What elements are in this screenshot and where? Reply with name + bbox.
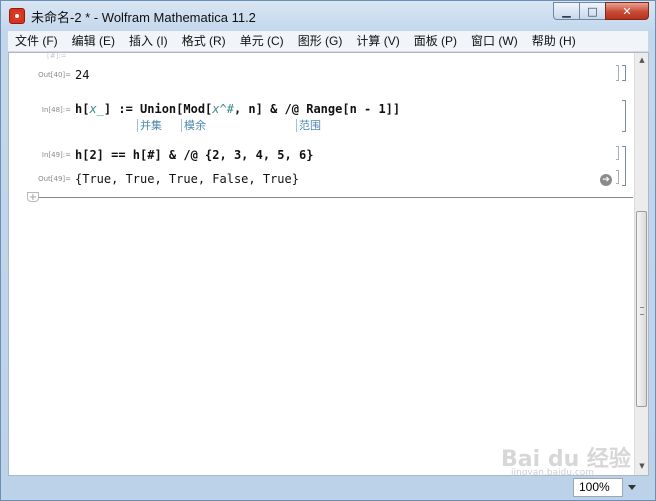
cell-bracket-in48[interactable] [622, 100, 626, 132]
in48-code[interactable]: h[x_] := Union[Mod[x^#, n] & /@ Range[n … [75, 102, 400, 116]
out49-label: Out[49]= [38, 175, 71, 183]
scroll-thumb[interactable] [636, 211, 647, 407]
status-bar: 100% [1, 476, 655, 500]
maximize-button[interactable]: □ [579, 2, 606, 20]
minimize-button[interactable]: ▁ [553, 2, 580, 20]
hint-range: 范围 [296, 119, 321, 132]
cell-bracket-in49[interactable] [616, 146, 619, 160]
menu-window[interactable]: 窗口 (W) [464, 31, 525, 51]
maximize-icon: □ [587, 4, 598, 18]
in49-code[interactable]: h[2] == h[#] & /@ {2, 3, 4, 5, 6} [75, 148, 313, 162]
zoom-selector[interactable]: 100% [573, 478, 636, 497]
watermark-url: jingyan.baidu.com [511, 468, 595, 478]
menu-format[interactable]: 格式 (R) [175, 31, 233, 51]
cell-insertion-line[interactable] [27, 197, 633, 198]
cell-bracket-out49[interactable] [616, 170, 619, 184]
notebook-area[interactable]: [#]:= Out[40]= 24 In[48]:= h[x_] := Unio… [8, 52, 649, 476]
scroll-down-arrow-icon[interactable]: ▼ [635, 459, 648, 473]
in48-code-a: h[ [75, 102, 90, 116]
menu-help[interactable]: 帮助 (H) [525, 31, 583, 51]
menu-edit[interactable]: 编辑 (E) [65, 31, 122, 51]
mathematica-icon[interactable] [9, 8, 25, 24]
plus-icon[interactable]: + [27, 192, 39, 203]
menu-file[interactable]: 文件 (F) [8, 31, 65, 51]
clipped-cell-label: [#]:= [47, 52, 67, 60]
in48-code-var2: x^# [212, 102, 234, 116]
hint-union: 并集 [137, 119, 162, 132]
in48-code-c: , n] & /@ Range[n - 1]] [233, 102, 401, 116]
out40-label: Out[40]= [38, 71, 71, 79]
menu-bar: 文件 (F) 编辑 (E) 插入 (I) 格式 (R) 单元 (C) 图形 (G… [8, 31, 648, 52]
grip-icon [640, 307, 644, 315]
scroll-up-arrow-icon[interactable]: ▲ [635, 53, 648, 67]
menu-palettes[interactable]: 面板 (P) [407, 31, 464, 51]
in48-code-var1: x_ [89, 102, 104, 116]
out49-value[interactable]: {True, True, True, False, True} [75, 172, 299, 186]
close-icon: ✕ [622, 4, 632, 18]
in48-label: In[48]:= [41, 106, 71, 114]
group-bracket-out40[interactable] [622, 65, 626, 81]
menu-cell[interactable]: 单元 (C) [233, 31, 291, 51]
in48-code-b: ] := Union[Mod[ [103, 102, 213, 116]
out40-value[interactable]: 24 [75, 68, 89, 82]
cell-bracket-out40[interactable] [616, 65, 619, 81]
menu-evaluation[interactable]: 计算 (V) [349, 31, 406, 51]
hint-mod: 模余 [181, 119, 206, 132]
application-window: 未命名-2 * - Wolfram Mathematica 11.2 ▁ □ ✕… [0, 0, 656, 501]
in49-label: In[49]:= [41, 151, 71, 159]
title-bar[interactable]: 未命名-2 * - Wolfram Mathematica 11.2 ▁ □ ✕ [1, 1, 655, 31]
minimize-icon: ▁ [562, 4, 571, 18]
vertical-scrollbar[interactable]: ▲ ▼ [634, 53, 648, 475]
window-controls: ▁ □ ✕ [553, 2, 649, 20]
menu-graphics[interactable]: 图形 (G) [291, 31, 350, 51]
group-bracket-49[interactable] [622, 146, 626, 186]
arrow-circle-icon[interactable]: ➔ [600, 174, 612, 186]
close-button[interactable]: ✕ [605, 2, 649, 20]
window-title: 未命名-2 * - Wolfram Mathematica 11.2 [31, 10, 256, 25]
menu-insert[interactable]: 插入 (I) [122, 31, 175, 51]
